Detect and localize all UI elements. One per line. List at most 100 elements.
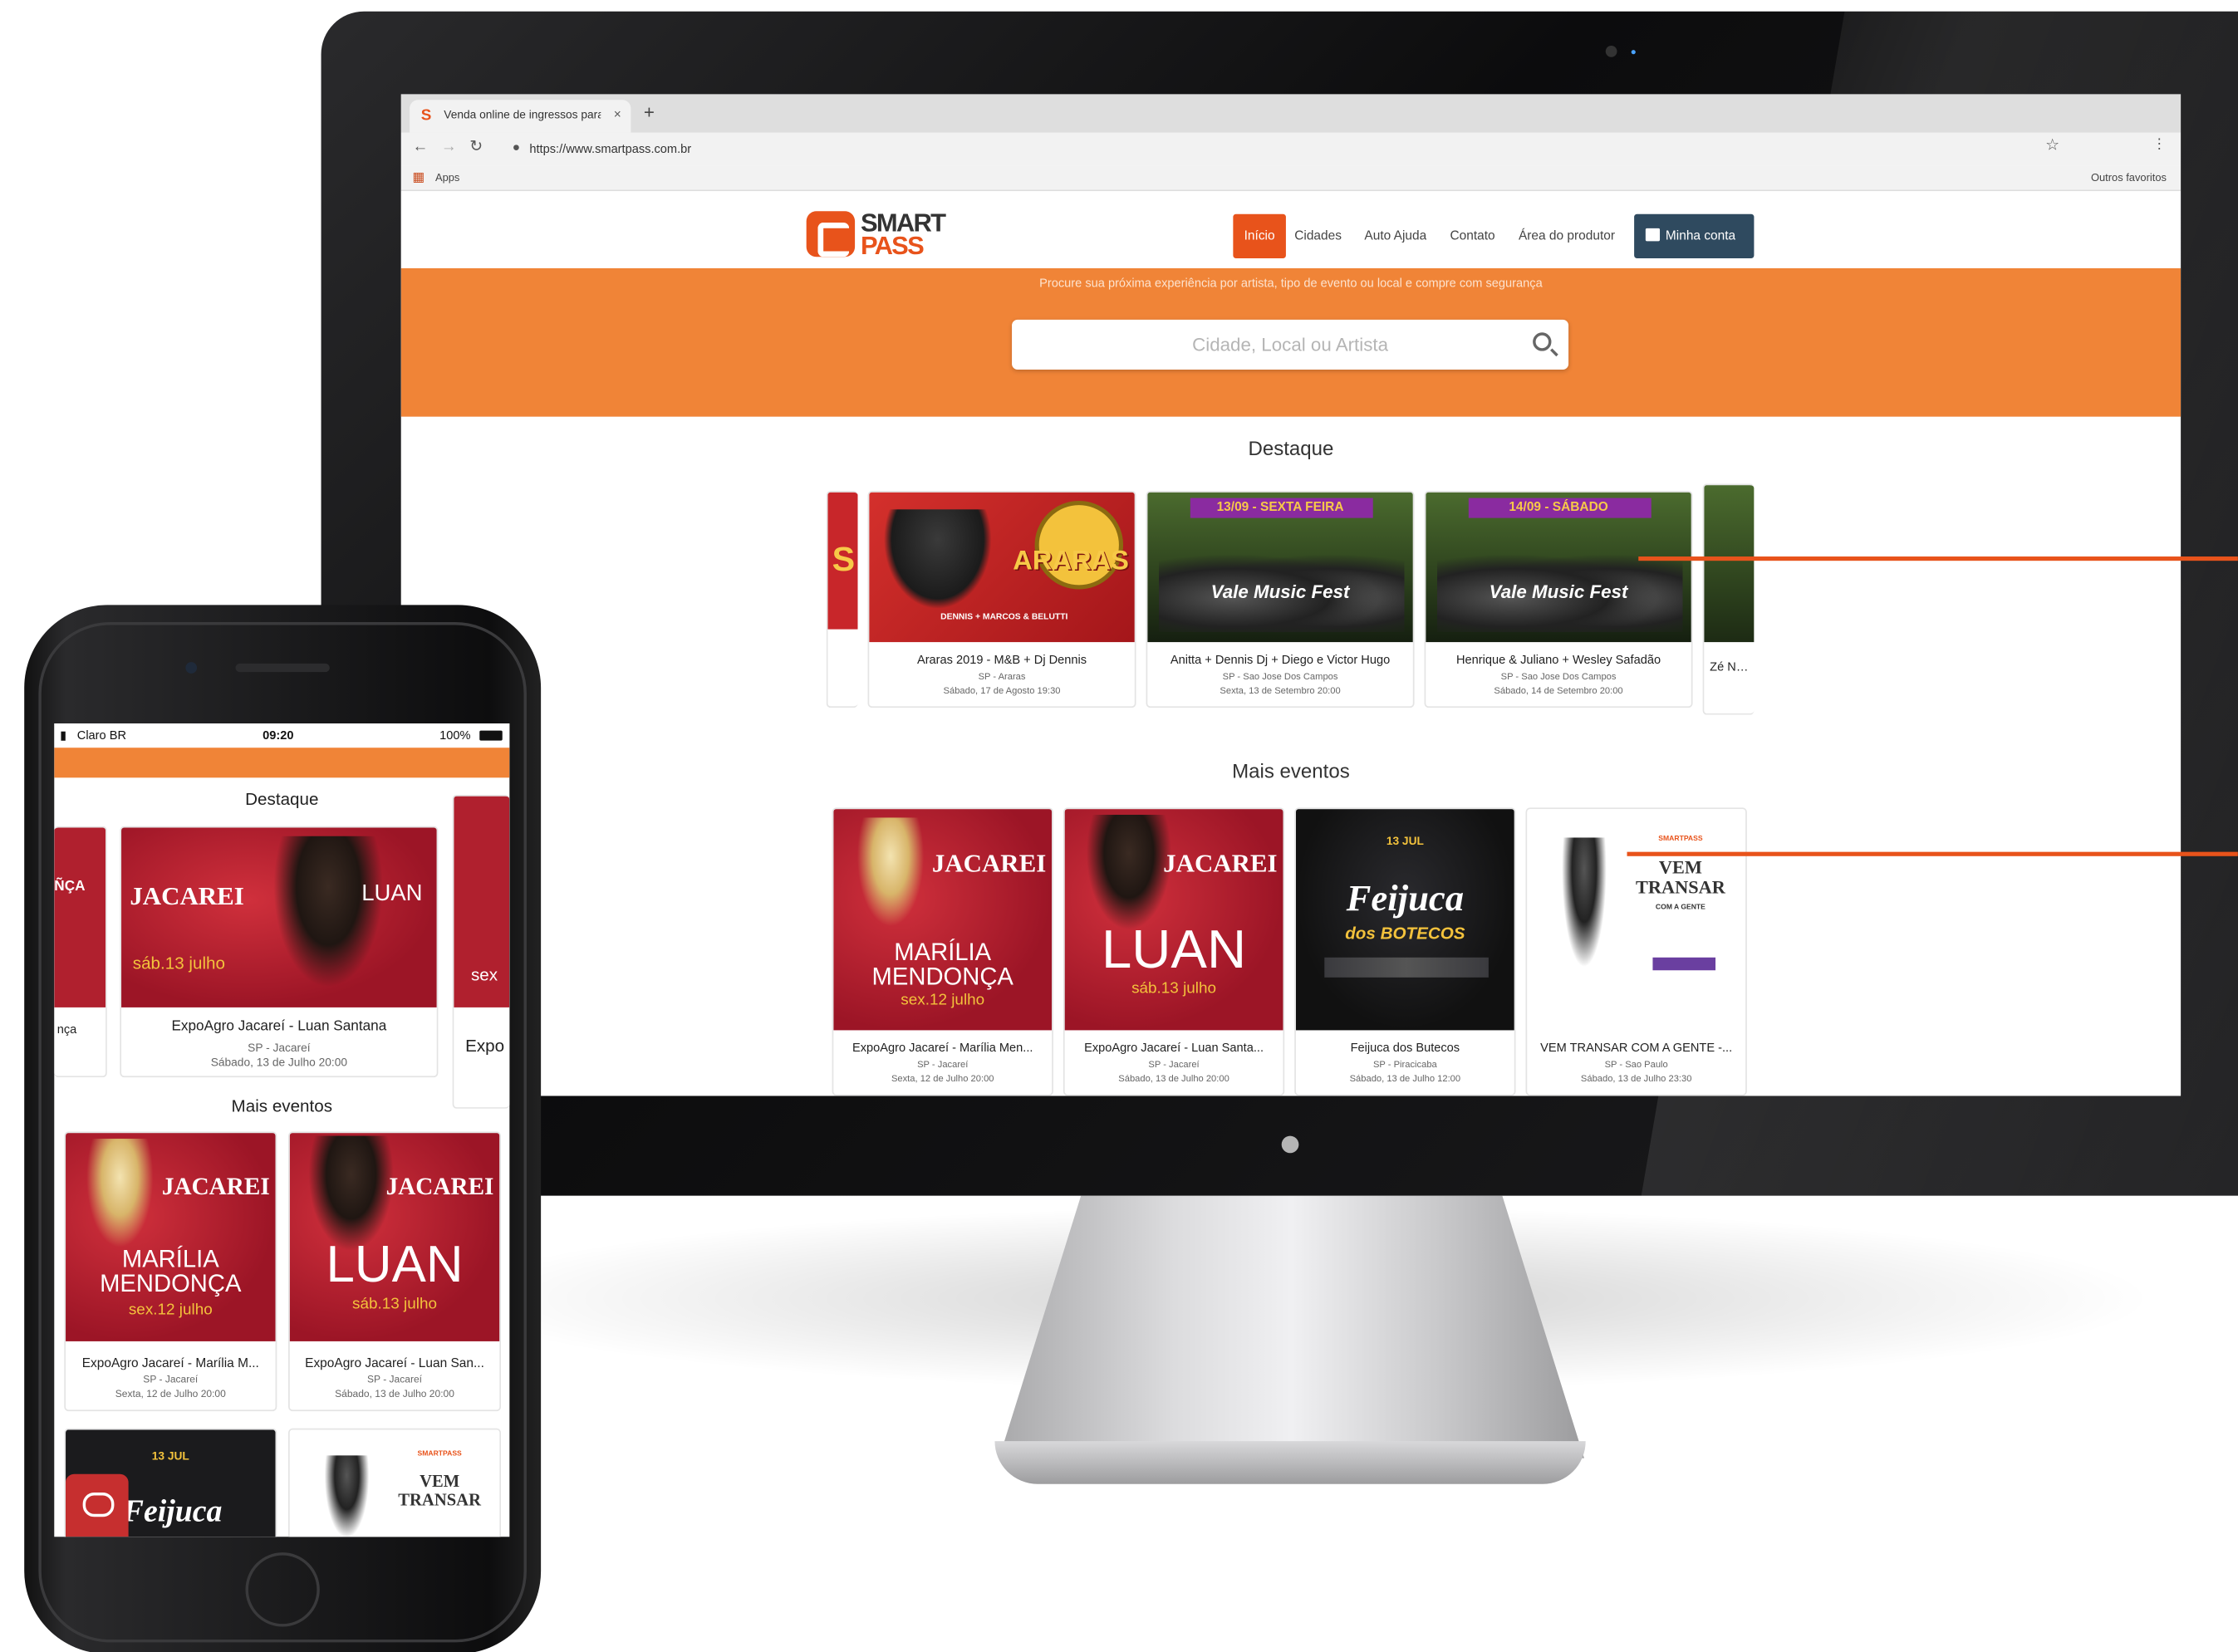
phone-featured-partial-banner: sex (470, 964, 498, 985)
event-card-banner-sub: dos BOTECOS (1345, 923, 1465, 944)
date-strip (1652, 957, 1716, 971)
forward-arrow-icon[interactable]: → (441, 140, 457, 155)
phone-event-card[interactable]: SMARTPASS VEM TRANSAR (288, 1428, 502, 1537)
phone-event-card[interactable]: JACAREI MARÍLIA MENDONÇA sex.12 julho Ex… (64, 1131, 277, 1412)
nav-home[interactable]: Início (1233, 213, 1286, 258)
hero-subtitle: Procure sua próxima experiência por arti… (1039, 275, 1543, 290)
webpage: SMART PASS Início Cidades Auto Ajuda Con… (400, 191, 2182, 1096)
featured-card[interactable]: ARARAS DENNIS + MARCOS & BELUTTI Araras … (867, 490, 1136, 708)
phone-camera (185, 662, 198, 674)
event-card-banner-sub: COM A GENTE (1655, 903, 1705, 912)
carrier-name: Claro BR (76, 728, 127, 743)
featured-card-banner: 14/09 - SÁBADO (1509, 499, 1608, 514)
site-header: SMART PASS Início Cidades Auto Ajuda Con… (400, 191, 2182, 268)
new-tab-button[interactable]: + (644, 103, 655, 121)
featured-card[interactable]: 13/09 - SEXTA FEIRA Vale Music Fest Anit… (1146, 490, 1415, 708)
nav-producer-area[interactable]: Área do produtor (1519, 214, 1615, 258)
featured-card-banner-sub: DENNIS + MARCOS & BELUTTI (940, 613, 1068, 623)
other-bookmarks[interactable]: Outros favoritos (2091, 171, 2167, 184)
browser-tab[interactable]: S Venda online de ingressos para × (410, 100, 631, 133)
featured-card-partial-image: S (827, 492, 858, 630)
phone-event-banner-sub: sex.12 julho (128, 1301, 213, 1319)
sponsor-logos (1324, 957, 1489, 978)
search-input[interactable]: Cidade, Local ou Artista (1012, 319, 1569, 370)
event-title: ExpoAgro Jacareí - Luan Santa... (1084, 1040, 1264, 1055)
phone-more-title: Mais eventos (231, 1096, 333, 1116)
event-card-banner: Feijuca (1346, 877, 1465, 919)
monitor-camera-led (1631, 50, 1636, 55)
phone-event-banner: VEM TRANSAR (398, 1471, 481, 1510)
event-card-image: JACAREI MARÍLIA MENDONÇA sex.12 julho (833, 809, 1053, 1031)
monitor-camera (1605, 45, 1617, 57)
event-title: ExpoAgro Jacareí - Marília M... (81, 1355, 259, 1370)
event-brand: JACAREI (931, 849, 1047, 878)
tab-close-button[interactable]: × (614, 107, 621, 121)
event-title: Araras 2019 - M&B + Dj Dennis (916, 652, 1087, 667)
featured-card-image: 13/09 - SEXTA FEIRA Vale Music Fest (1147, 492, 1413, 643)
artist-photo (263, 836, 393, 1005)
nav-contact[interactable]: Contato (1450, 214, 1494, 258)
phone-event-card-image: JACAREI LUAN sáb.13 julho (289, 1133, 500, 1341)
event-location: SP - Sao Jose Dos Campos (1500, 672, 1617, 683)
event-title: Anitta + Dennis Dj + Diego e Victor Hugo (1170, 652, 1391, 667)
event-date: Sexta, 13 de Setembro 20:00 (1220, 686, 1341, 697)
omnibox[interactable]: ● https://www.smartpass.com.br (501, 137, 2057, 161)
artists-photo (318, 1455, 375, 1537)
event-location: SP - Jacareí (143, 1375, 199, 1386)
search-icon[interactable] (1533, 332, 1552, 351)
phone-featured-card-image: JACAREI LUAN sáb.13 julho (121, 827, 437, 1007)
apps-grid-icon[interactable]: ▦ (413, 169, 425, 184)
event-date: Sábado, 13 de Julho 12:00 (1349, 1074, 1461, 1085)
bookmark-star-icon[interactable]: ☆ (2045, 135, 2059, 154)
event-date: Sexta, 12 de Julho 20:00 (891, 1074, 994, 1085)
callout-line (1638, 556, 2238, 561)
logo-text-pass[interactable]: PASS (861, 233, 925, 258)
event-location: SP - Jacareí (917, 1060, 969, 1071)
smartpass-favicon-icon: S (420, 106, 432, 125)
phone-featured-banner-sub: sáb.13 julho (132, 953, 225, 973)
phone-speaker (235, 663, 330, 673)
phone-event-card[interactable]: JACAREI LUAN sáb.13 julho ExpoAgro Jacar… (288, 1131, 502, 1412)
phone-home-button[interactable] (245, 1552, 320, 1627)
event-brand: JACAREI (385, 1173, 494, 1200)
phone-featured-partial-image: ÑÇA (54, 827, 106, 1007)
menu-kebab-icon[interactable]: ⋮ (2152, 137, 2167, 153)
nav-cities[interactable]: Cidades (1294, 214, 1342, 258)
event-card[interactable]: 13 JUL Feijuca dos BOTECOS Feijuca dos B… (1294, 807, 1516, 1096)
featured-card[interactable]: 14/09 - SÁBADO Vale Music Fest Henrique … (1424, 490, 1693, 708)
phone-header-bar (54, 748, 510, 778)
back-arrow-icon[interactable]: ← (413, 140, 429, 155)
event-card[interactable]: JACAREI MARÍLIA MENDONÇA sex.12 julho Ex… (832, 807, 1053, 1096)
featured-card-banner: ARARAS (1013, 546, 1129, 577)
featured-card-partial[interactable]: S (826, 490, 858, 708)
signal-icon: ▮ (60, 728, 67, 743)
event-date: Sábado, 17 de Agosto 19:30 (943, 686, 1061, 697)
event-card-image: SMARTPASS VEM TRANSAR COM A GENTE (1527, 809, 1746, 1031)
phone-screen: ▮ Claro BR 09:20 100% Destaque ÑÇA nça J… (54, 723, 510, 1537)
reload-icon[interactable]: ↻ (469, 140, 483, 155)
phone-featured-card[interactable]: JACAREI LUAN sáb.13 julho ExpoAgro Jacar… (120, 826, 439, 1078)
apps-bookmark[interactable]: Apps (435, 171, 459, 184)
featured-card-banner: 13/09 - SEXTA FEIRA (1216, 499, 1344, 514)
event-brand: SMARTPASS (1658, 835, 1703, 844)
phone-event-banner: MARÍLIA MENDONÇA (100, 1245, 242, 1297)
event-title: ExpoAgro Jacareí - Luan San... (305, 1355, 484, 1370)
artists-photo (1555, 837, 1613, 995)
featured-card-partial[interactable]: Zé Neto (1702, 483, 1755, 715)
phone-featured-card-partial[interactable]: ÑÇA nça (54, 826, 107, 1078)
featured-card-image: 14/09 - SÁBADO Vale Music Fest (1426, 492, 1691, 643)
my-account-button[interactable]: Minha conta (1634, 213, 1755, 258)
phone-featured-card-partial[interactable]: sex Expo (452, 794, 510, 1109)
event-location: SP - Sao Paulo (1604, 1060, 1668, 1071)
phone-featured-partial-banner: ÑÇA (54, 879, 86, 895)
nav-self-help[interactable]: Auto Ajuda (1364, 214, 1426, 258)
phone-featured-title: Destaque (245, 789, 319, 810)
mockup-stage: ● S Venda online de ingressos para × + ←… (0, 0, 2238, 1652)
event-card[interactable]: JACAREI LUAN sáb.13 julho ExpoAgro Jacar… (1063, 807, 1285, 1096)
chat-bubble-icon[interactable] (66, 1473, 129, 1537)
smartpass-logo-icon[interactable] (806, 211, 856, 257)
featured-card-partial-banner: S (832, 541, 856, 580)
apple-logo-icon: ● (1278, 1120, 1303, 1164)
event-title: ExpoAgro Jacareí - Marília Men... (852, 1040, 1033, 1055)
event-card[interactable]: SMARTPASS VEM TRANSAR COM A GENTE VEM TR… (1525, 807, 1747, 1096)
